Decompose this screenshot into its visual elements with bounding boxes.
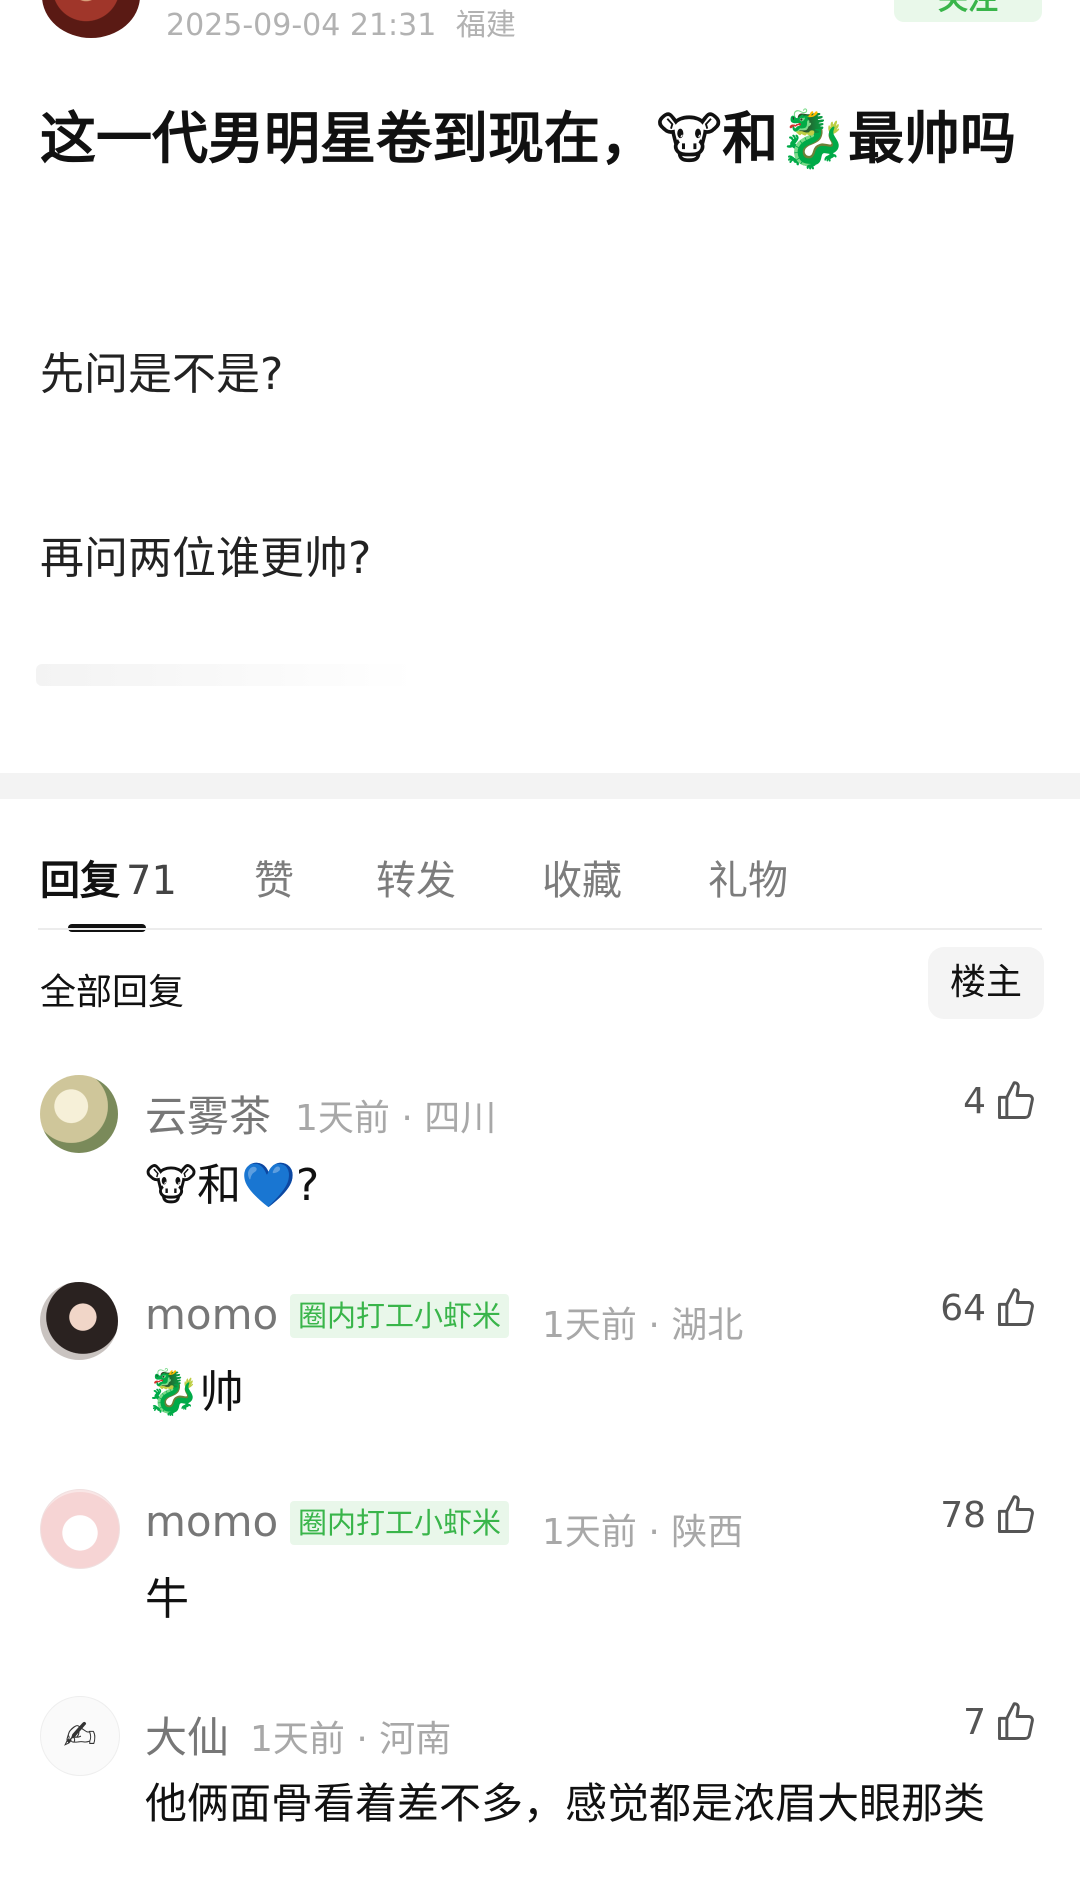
comment-text: 他俩面骨看着差不多，感觉都是浓眉大眼那类: [145, 1779, 986, 1828]
comment-text: 🐉帅: [145, 1367, 244, 1418]
calligraphy-icon: ✍: [63, 1713, 97, 1759]
like-control[interactable]: 78: [940, 1493, 1038, 1537]
thumbs-up-icon[interactable]: [994, 1079, 1038, 1123]
post-meta: 2025-09-04 21:31 福建: [166, 0, 516, 44]
post-body-line-1: 先问是不是?: [40, 349, 284, 400]
user-badge: 圈内打工小虾米: [290, 1294, 510, 1338]
comment-item: momo 圈内打工小虾米 1天前 · 湖北 64 🐉帅: [0, 1282, 1080, 1482]
post-datetime: 2025-09-04 21:31: [166, 8, 437, 43]
comment-time-location: 1天前 · 四川: [295, 1098, 497, 1139]
post-body-line-2: 再问两位谁更帅?: [40, 533, 372, 584]
like-count: 7: [963, 1701, 986, 1743]
all-replies-label: 全部回复: [40, 972, 185, 1013]
avatar[interactable]: ✍: [40, 1696, 120, 1776]
author-avatar[interactable]: [42, 0, 140, 38]
comment-username[interactable]: 云雾茶: [145, 1083, 271, 1144]
avatar[interactable]: [40, 1489, 120, 1569]
comment-time-location: 1天前 · 河南: [250, 1719, 452, 1760]
post-location: 福建: [455, 8, 516, 43]
avatar[interactable]: [40, 1075, 118, 1153]
like-count: 78: [940, 1494, 986, 1536]
comment-item: 云雾茶 1天前 · 四川 4 🐮和💙?: [0, 1075, 1080, 1275]
tab-likes[interactable]: 赞: [254, 848, 294, 906]
post-title: 这一代男明星卷到现在，🐮和🐉最帅吗: [40, 107, 1017, 172]
comment-username[interactable]: momo: [145, 1497, 278, 1546]
tab-gifts[interactable]: 礼物: [708, 848, 788, 906]
user-badge: 圈内打工小虾米: [290, 1501, 510, 1545]
comment-text: 牛: [145, 1574, 189, 1625]
tab-reposts[interactable]: 转发: [376, 848, 456, 906]
thumbs-up-icon[interactable]: [994, 1493, 1038, 1537]
tab-favorites[interactable]: 收藏: [542, 848, 622, 906]
like-control[interactable]: 7: [963, 1700, 1038, 1744]
blurred-content: [36, 664, 416, 686]
owner-filter-button[interactable]: 楼主: [928, 947, 1044, 1019]
tab-replies-count: 71: [126, 858, 177, 904]
like-count: 64: [940, 1287, 986, 1329]
comment-text: 🐮和💙?: [145, 1160, 320, 1211]
comment-time-location: 1天前 · 湖北: [542, 1305, 744, 1346]
comment-item: ✍ 大仙 1天前 · 河南 7 他俩面骨看着差不多，感觉都是浓眉大眼那类: [0, 1696, 1080, 1896]
tabs-divider: [38, 928, 1042, 930]
comment-item: momo 圈内打工小虾米 1天前 · 陕西 78 牛: [0, 1489, 1080, 1689]
comment-time-location: 1天前 · 陕西: [542, 1512, 744, 1553]
tab-replies-label: 回复: [40, 858, 120, 904]
thumbs-up-icon[interactable]: [994, 1286, 1038, 1330]
tab-replies[interactable]: 回复 71: [40, 848, 177, 906]
comment-username[interactable]: 大仙: [145, 1704, 229, 1765]
section-divider: [0, 773, 1080, 799]
like-control[interactable]: 64: [940, 1286, 1038, 1330]
follow-button[interactable]: 关注: [894, 0, 1042, 22]
like-control[interactable]: 4: [963, 1079, 1038, 1123]
like-count: 4: [963, 1080, 986, 1122]
comment-username[interactable]: momo: [145, 1290, 278, 1339]
avatar[interactable]: [40, 1282, 118, 1360]
thumbs-up-icon[interactable]: [994, 1700, 1038, 1744]
